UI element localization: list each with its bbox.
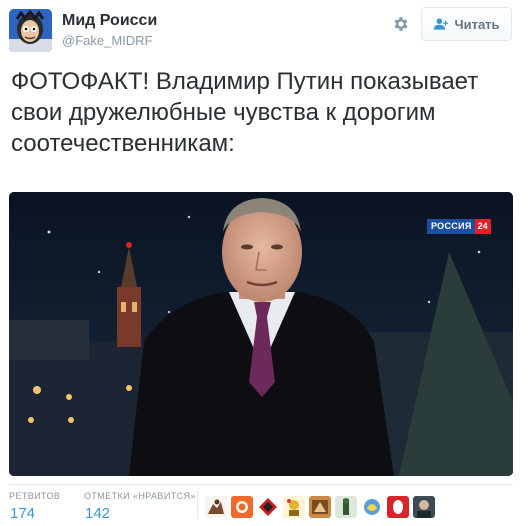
user-avatar[interactable] [9,9,52,52]
avatar-image [9,9,52,52]
stats-divider [9,484,513,485]
gear-icon [394,17,408,31]
photo-image [9,192,513,476]
settings-button[interactable] [390,13,412,35]
liker-avatar[interactable] [335,496,357,518]
user-name[interactable]: Мид Роисси [62,12,157,30]
liker-avatar[interactable] [205,496,227,518]
tweet-photo[interactable]: РОССИЯ 24 [9,192,513,476]
liker-avatar[interactable] [387,496,409,518]
channel-number: 24 [474,219,491,234]
liker-avatar[interactable] [413,496,435,518]
add-user-icon [434,18,449,30]
liker-avatar[interactable] [309,496,331,518]
liker-avatar[interactable] [283,496,305,518]
likes-count[interactable]: 142 [85,505,110,522]
retweets-label: РЕТВИТОВ [9,491,61,501]
likes-label: ОТМЕТКИ «НРАВИТСЯ» [84,491,196,501]
channel-logo: РОССИЯ 24 [427,219,491,234]
retweets-count[interactable]: 174 [10,505,35,522]
channel-name: РОССИЯ [427,219,475,234]
follow-label: Читать [454,16,500,32]
user-handle[interactable]: @Fake_MIDRF [62,33,153,48]
tweet-text: ФОТОФАКТ! Владимир Путин показывает свои… [11,68,479,157]
follow-button[interactable]: Читать [421,7,512,41]
liker-avatar[interactable] [231,496,253,518]
tweet-card: Мид Роисси @Fake_MIDRF Читать ФОТОФАКТ! … [0,0,531,526]
stats-separator [197,491,198,519]
liker-avatars [205,496,435,518]
liker-avatar[interactable] [257,496,279,518]
liker-avatar[interactable] [361,496,383,518]
